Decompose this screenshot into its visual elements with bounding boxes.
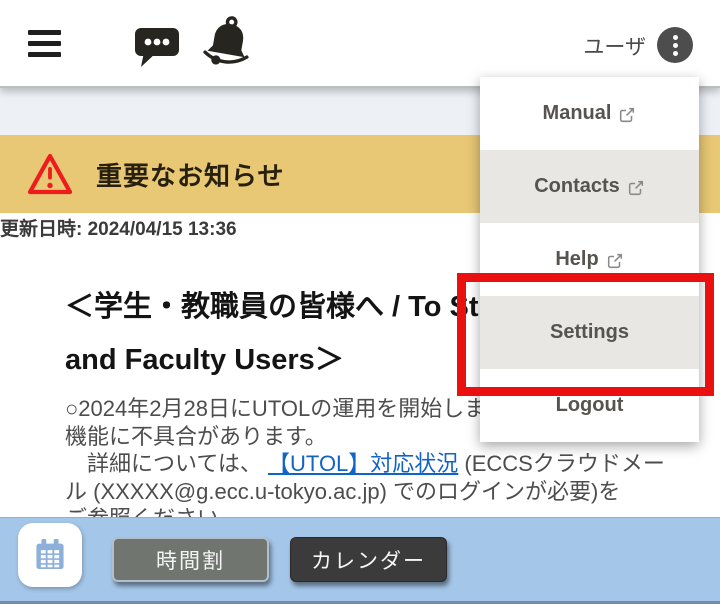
body-line: 詳細については、 【UTOL】対応状況 (ECCSクラウドメー <box>65 450 720 478</box>
banner-title: 重要なお知らせ <box>96 160 285 191</box>
menu-item-logout[interactable]: Logout <box>480 369 699 442</box>
app-screen: 重要なお知らせ 更新日時: 2024/04/15 13:36 ＜学生・教職員の皆… <box>0 0 720 604</box>
bottom-toolbar: 時間割 カレンダー <box>0 517 720 604</box>
menu-item-label: Contacts <box>534 175 620 197</box>
menu-item-manual[interactable]: Manual <box>480 77 699 150</box>
warning-triangle-icon <box>26 152 74 197</box>
user-menu-kebab-button[interactable] <box>657 27 693 63</box>
user-label: ユーザ <box>583 36 646 59</box>
article-heading-line2: and Faculty Users＞ <box>65 344 344 376</box>
user-dropdown-menu: Manual Contacts Help Settings Logout <box>480 77 699 442</box>
body-text: (ECCSクラウドメー <box>458 451 665 477</box>
body-text: 詳細については、 <box>65 451 269 477</box>
calendar-button[interactable]: カレンダー <box>290 537 447 582</box>
menu-item-contacts[interactable]: Contacts <box>480 150 699 223</box>
external-link-icon <box>627 179 645 197</box>
external-link-icon <box>606 252 624 270</box>
menu-item-label: Help <box>555 248 599 270</box>
menu-item-label: Manual <box>542 102 612 124</box>
updated-timestamp: 更新日時: 2024/04/15 13:36 <box>0 219 237 240</box>
utol-status-link[interactable]: 【UTOL】対応状況 <box>268 451 458 476</box>
messages-icon[interactable] <box>133 26 181 73</box>
menu-item-settings[interactable]: Settings <box>480 296 699 369</box>
notifications-bell-icon[interactable] <box>200 15 256 76</box>
external-link-icon <box>618 106 636 124</box>
body-line: ル (XXXXX@g.ecc.u-tokyo.ac.jp) でのログインが必要)… <box>65 478 621 504</box>
menu-item-label: Settings <box>550 321 629 343</box>
timetable-icon-button[interactable] <box>18 523 82 587</box>
menu-item-help[interactable]: Help <box>480 223 699 296</box>
menu-item-label: Logout <box>555 394 624 416</box>
calendar-icon <box>30 535 70 575</box>
hamburger-menu-button[interactable] <box>28 30 61 57</box>
timetable-button[interactable]: 時間割 <box>112 537 269 582</box>
app-header: ユーザ <box>0 0 720 88</box>
